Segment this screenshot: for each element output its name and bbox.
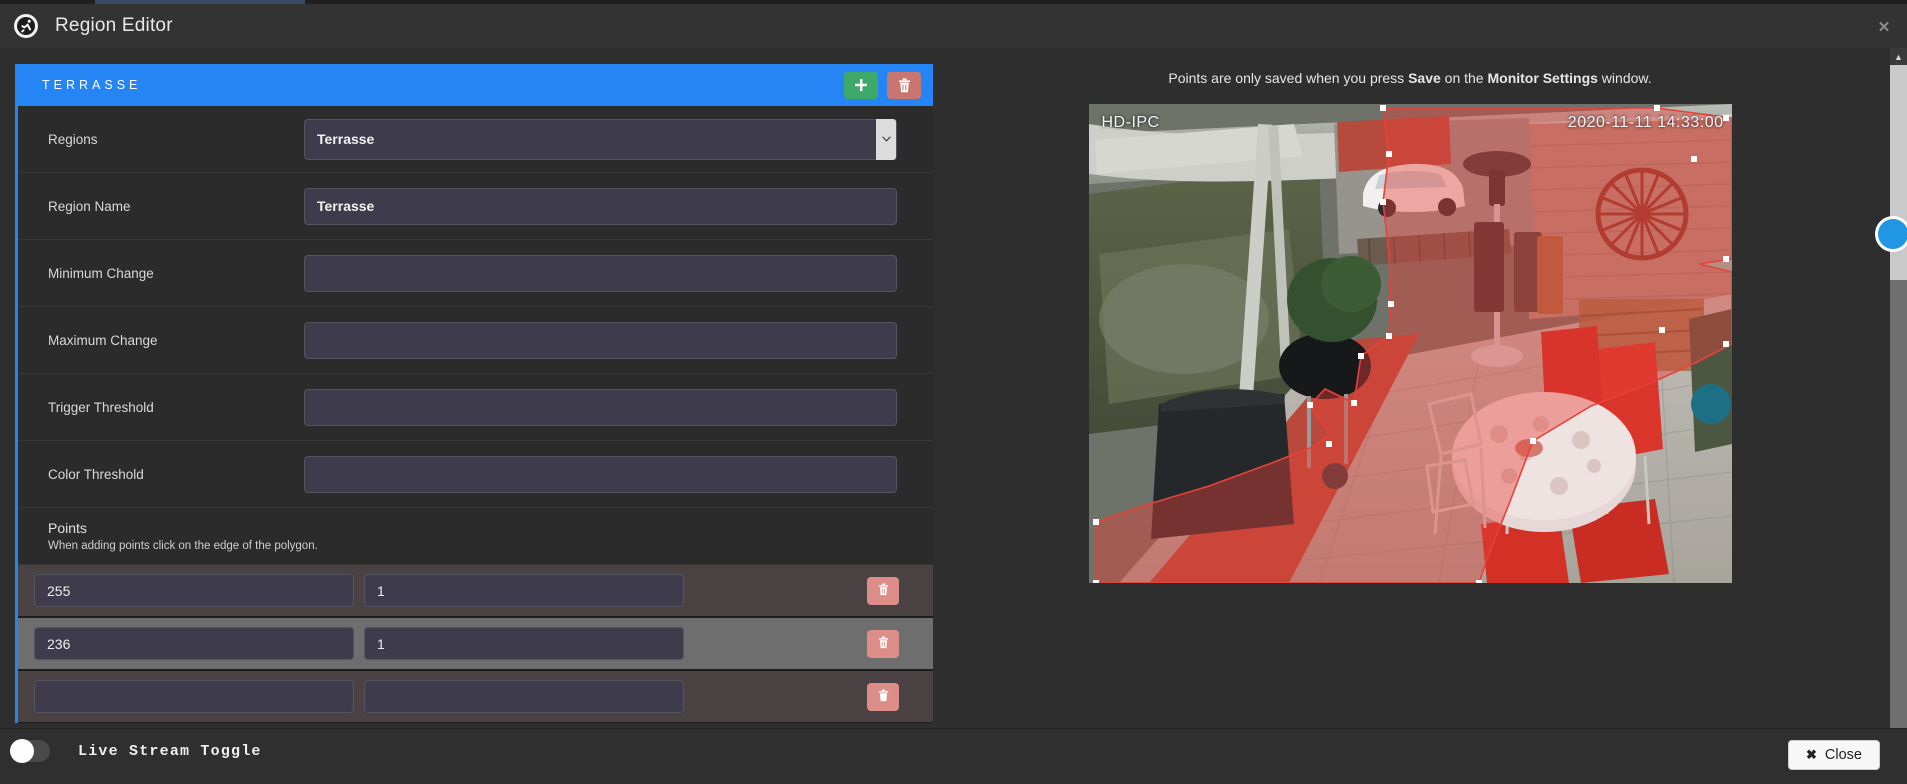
region-name-value: Terrasse (317, 198, 375, 214)
camera-frame (1088, 104, 1732, 583)
live-stream-toggle-label: Live Stream Toggle (78, 742, 262, 760)
points-section-header: Points When adding points click on the e… (18, 508, 933, 565)
polygon-handle[interactable] (1722, 115, 1729, 121)
delete-region-button[interactable] (887, 71, 921, 99)
notice-prefix: Points are only saved when you press (1168, 70, 1409, 86)
point-row: 255 1 (18, 565, 933, 618)
polygon-handle[interactable] (1350, 400, 1357, 406)
close-button-label: Close (1824, 747, 1862, 763)
regions-select-value: Terrasse (317, 131, 375, 147)
trash-icon (878, 688, 889, 705)
polygon-handle[interactable] (1306, 402, 1313, 408)
page-title: Region Editor (55, 15, 173, 36)
delete-point-button[interactable] (867, 682, 899, 711)
polygon-handle[interactable] (1722, 256, 1729, 262)
window-close-icon[interactable]: ✕ (1874, 17, 1894, 37)
point-x-value: 236 (47, 635, 71, 652)
main-content: TERRASSE Regions Terrasse Region Name Te… (0, 48, 1907, 728)
point-y-value: 1 (377, 635, 385, 652)
label-minimum-change: Minimum Change (48, 265, 154, 281)
polygon-handle[interactable] (1385, 151, 1392, 157)
preview-side: Points are only saved when you press Sav… (940, 48, 1880, 728)
point-x-input[interactable]: 236 (34, 627, 354, 660)
polygon-handle[interactable] (1385, 333, 1392, 339)
point-x-input[interactable] (34, 680, 354, 713)
panel-header: TERRASSE (18, 64, 933, 106)
point-x-value: 255 (47, 582, 71, 599)
floating-blue-badge[interactable] (1875, 216, 1907, 252)
minimum-change-input[interactable] (304, 254, 897, 292)
form-row-regions: Regions Terrasse (18, 106, 933, 173)
color-threshold-input[interactable] (304, 455, 897, 493)
window-titlebar: Region Editor ✕ (0, 4, 1907, 48)
live-stream-toggle-group: Live Stream Toggle (10, 739, 262, 763)
polygon-handle[interactable] (1092, 519, 1099, 525)
panel-header-actions (844, 71, 921, 99)
form-row-color-threshold: Color Threshold (18, 441, 933, 508)
delete-point-button[interactable] (867, 629, 899, 658)
form-row-trigger-threshold: Trigger Threshold (18, 374, 933, 441)
chevron-down-icon[interactable] (876, 118, 896, 160)
notice-save-word: Save (1408, 70, 1441, 86)
notice-window-word: Monitor Settings (1487, 70, 1598, 86)
polygon-handle[interactable] (1529, 438, 1536, 444)
polygon-handle[interactable] (1325, 441, 1332, 447)
close-button[interactable]: ✖ Close (1788, 740, 1880, 770)
point-x-input[interactable]: 255 (34, 574, 354, 607)
plus-icon (854, 78, 868, 92)
polygon-handle[interactable] (1379, 105, 1386, 111)
bottom-toolbar: Live Stream Toggle ✖ Close (0, 728, 1907, 784)
polygon-handle[interactable] (1092, 580, 1099, 583)
live-stream-toggle[interactable] (10, 739, 50, 763)
notice-middle: on the (1440, 70, 1488, 86)
polygon-handle[interactable] (1658, 327, 1665, 333)
polygon-handle[interactable] (1475, 580, 1482, 583)
polygon-handle[interactable] (1387, 301, 1394, 307)
label-color-threshold: Color Threshold (48, 466, 144, 482)
scrollbar-up-arrow[interactable]: ▲ (1890, 48, 1907, 65)
form-row-minimum-change: Minimum Change (18, 240, 933, 307)
point-y-value: 1 (377, 582, 385, 599)
page-scrollbar[interactable]: ▲ (1875, 48, 1907, 728)
points-title: Points (48, 520, 87, 536)
polygon-handle[interactable] (1722, 341, 1729, 347)
trash-icon (878, 635, 889, 652)
add-region-button[interactable] (844, 71, 878, 99)
polygon-handle[interactable] (1653, 105, 1660, 111)
point-row (18, 671, 933, 723)
label-region-name: Region Name (48, 198, 131, 214)
save-notice: Points are only saved when you press Sav… (940, 48, 1880, 86)
point-y-input[interactable] (364, 680, 684, 713)
trash-icon (898, 77, 911, 93)
point-y-input[interactable]: 1 (364, 574, 684, 607)
label-regions: Regions (48, 131, 98, 147)
region-name-input[interactable]: Terrasse (304, 187, 897, 225)
region-editor-panel: TERRASSE Regions Terrasse Region Name Te… (15, 64, 933, 723)
points-subtitle: When adding points click on the edge of … (48, 540, 318, 552)
label-trigger-threshold: Trigger Threshold (48, 399, 154, 415)
trigger-threshold-input[interactable] (304, 388, 897, 426)
polygon-handle[interactable] (1379, 199, 1386, 205)
notice-suffix: window. (1597, 70, 1652, 86)
camera-timestamp-overlay: 2020-11-11 14:33:00 (1567, 114, 1724, 131)
camera-name-overlay: HD-IPC (1101, 114, 1160, 131)
maximum-change-input[interactable] (304, 321, 897, 359)
cyclist-logo-icon (14, 14, 38, 38)
camera-preview[interactable]: HD-IPC 2020-11-11 14:33:00 (1088, 104, 1732, 583)
label-maximum-change: Maximum Change (48, 332, 158, 348)
polygon-handle[interactable] (1690, 156, 1697, 162)
point-row: 236 1 (18, 618, 933, 671)
regions-select[interactable]: Terrasse (304, 118, 897, 160)
form-row-region-name: Region Name Terrasse (18, 173, 933, 240)
region-form: Regions Terrasse Region Name Terrasse Mi… (18, 106, 933, 723)
close-icon: ✖ (1806, 747, 1817, 762)
panel-header-title: TERRASSE (42, 78, 142, 92)
point-y-input[interactable]: 1 (364, 627, 684, 660)
toggle-knob (10, 739, 34, 763)
polygon-handle[interactable] (1357, 353, 1364, 359)
trash-icon (878, 582, 889, 599)
form-row-maximum-change: Maximum Change (18, 307, 933, 374)
delete-point-button[interactable] (867, 576, 899, 605)
